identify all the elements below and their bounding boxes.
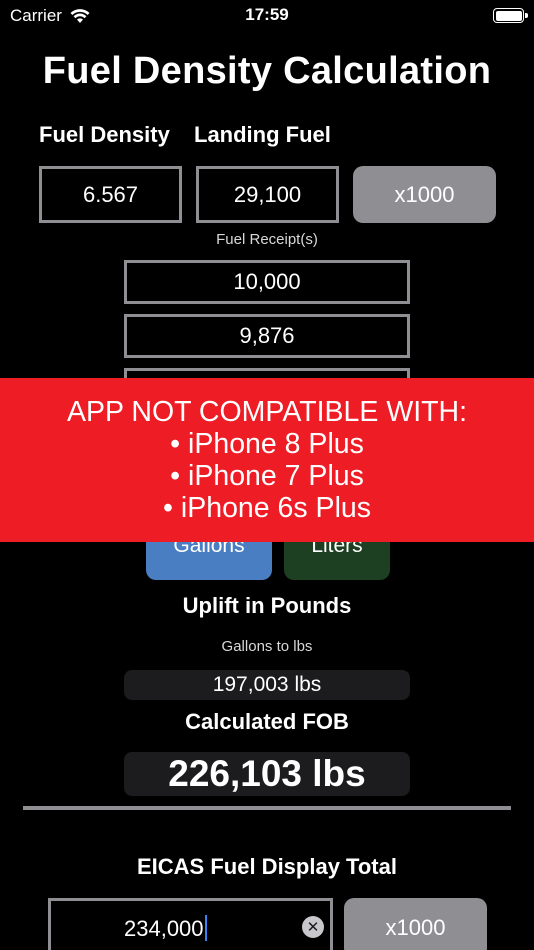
landing-fuel-label: Landing Fuel [194, 122, 331, 147]
fuel-receipt-input-1[interactable]: 10,000 [124, 260, 410, 304]
fuel-density-label: Fuel Density [39, 122, 170, 147]
eicas-x1000-button[interactable]: x1000 [344, 898, 487, 950]
app-screen: Carrier 17:59 Fuel Density Calculation F… [0, 0, 534, 950]
page-title: Fuel Density Calculation [42, 50, 492, 92]
banner-line: • iPhone 7 Plus [170, 460, 364, 492]
fuel-receipt-input-2[interactable]: 9,876 [124, 314, 410, 358]
banner-line: • iPhone 8 Plus [170, 428, 364, 460]
text-cursor [204, 915, 207, 941]
fuel-receipts-label: Fuel Receipt(s) [216, 231, 318, 248]
status-bar: Carrier 17:59 [0, 0, 534, 32]
eicas-total-input[interactable]: 234,000 ✕ [48, 898, 333, 950]
eicas-heading: EICAS Fuel Display Total [137, 854, 397, 879]
banner-line: • iPhone 6s Plus [162, 492, 372, 524]
eicas-value: 234,000 [124, 916, 204, 941]
gallons-to-lbs-label: Gallons to lbs [221, 638, 313, 655]
eicas-value-wrap: 234,000 [124, 915, 207, 942]
landing-fuel-x1000-button[interactable]: x1000 [353, 166, 496, 223]
divider [23, 806, 511, 810]
uplift-heading: Uplift in Pounds [182, 593, 352, 618]
battery-icon [493, 8, 528, 23]
fob-value: 226,103 lbs [124, 752, 410, 796]
landing-fuel-input[interactable]: 29,100 [196, 166, 339, 223]
fob-heading: Calculated FOB [185, 709, 349, 734]
fuel-density-input[interactable]: 6.567 [39, 166, 182, 223]
clear-icon[interactable]: ✕ [302, 916, 324, 938]
banner-line: APP NOT COMPATIBLE WITH: [66, 396, 468, 428]
clock: 17:59 [245, 5, 289, 24]
compatibility-banner: APP NOT COMPATIBLE WITH: • iPhone 8 Plus… [0, 378, 534, 542]
uplift-value: 197,003 lbs [124, 670, 410, 700]
